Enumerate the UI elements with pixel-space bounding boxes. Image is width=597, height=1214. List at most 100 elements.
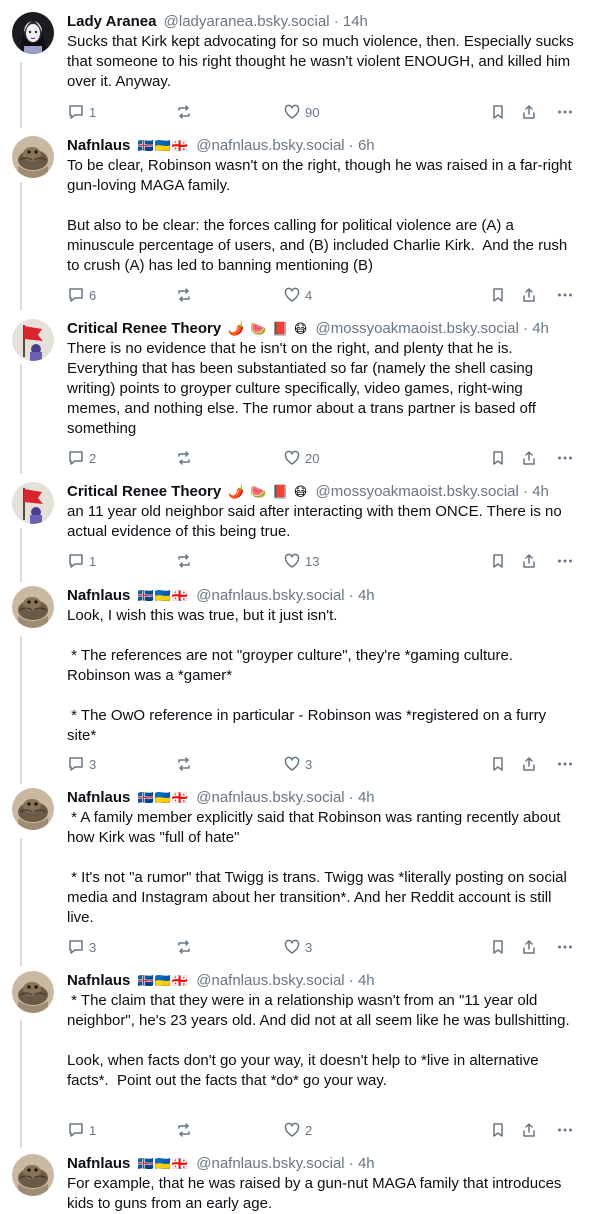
post-text: To be clear, Robinson wasn't on the righ… xyxy=(67,156,579,276)
post-time[interactable]: 4h xyxy=(358,1155,375,1172)
post-time[interactable]: 4h xyxy=(358,789,375,806)
more-options-button[interactable] xyxy=(556,103,574,121)
share-button[interactable] xyxy=(520,286,538,304)
author-name[interactable]: Nafnlaus xyxy=(67,1155,130,1172)
author-handle[interactable]: @nafnlaus.bsky.social xyxy=(196,1155,344,1172)
reply-icon xyxy=(69,940,83,954)
post-time[interactable]: 4h xyxy=(358,587,375,604)
reply-button[interactable]: 6 xyxy=(67,286,96,304)
author-name[interactable]: Lady Aranea xyxy=(67,13,156,30)
flag-emojis: 🇮🇸🇺🇦🇬🇪 xyxy=(137,1156,190,1171)
post-paragraph: Sucks that Kirk kept advocating for so m… xyxy=(67,33,579,90)
author-handle[interactable]: @ladyaranea.bsky.social xyxy=(164,13,330,30)
author-name[interactable]: Nafnlaus xyxy=(67,972,130,989)
post[interactable]: Nafnlaus 🇮🇸🇺🇦🇬🇪 @nafnlaus.bsky.social · … xyxy=(0,586,597,746)
more-options-button[interactable] xyxy=(556,1121,574,1139)
more-options-button[interactable] xyxy=(556,449,574,467)
post[interactable]: Critical Renee Theory 🌶️ 🍉 📕 😷 @mossyoak… xyxy=(0,482,597,542)
share-button[interactable] xyxy=(520,449,538,467)
more-options-button[interactable] xyxy=(556,286,574,304)
bookmark-button[interactable] xyxy=(489,449,507,467)
avatar[interactable] xyxy=(12,586,54,628)
like-button[interactable]: 3 xyxy=(283,755,312,773)
post-time[interactable]: 6h xyxy=(358,137,375,154)
more-options-button[interactable] xyxy=(556,552,574,570)
reply-button[interactable]: 2 xyxy=(67,449,96,467)
avatar[interactable] xyxy=(12,1154,54,1196)
separator: · xyxy=(348,1155,354,1172)
repost-button[interactable] xyxy=(175,286,197,304)
post[interactable]: Lady Aranea @ladyaranea.bsky.social · 14… xyxy=(0,12,597,92)
reply-button[interactable]: 1 xyxy=(67,103,96,121)
red-flag-avatar-icon xyxy=(12,319,54,361)
bookmark-button[interactable] xyxy=(489,938,507,956)
author-name[interactable]: Critical Renee Theory xyxy=(67,483,221,500)
avatar[interactable] xyxy=(12,319,54,361)
reply-count: 1 xyxy=(89,553,97,569)
post[interactable]: Nafnlaus 🇮🇸🇺🇦🇬🇪 @nafnlaus.bsky.social · … xyxy=(0,1154,597,1214)
avatar[interactable] xyxy=(12,788,54,830)
like-button[interactable]: 2 xyxy=(283,1121,312,1139)
author-name[interactable]: Nafnlaus xyxy=(67,587,130,604)
repost-button[interactable] xyxy=(175,938,197,956)
separator: · xyxy=(333,13,339,30)
reply-button[interactable]: 3 xyxy=(67,938,96,956)
share-button[interactable] xyxy=(520,938,538,956)
post[interactable]: Critical Renee Theory 🌶️ 🍉 📕 😷 @mossyoak… xyxy=(0,319,597,439)
repost-button[interactable] xyxy=(175,1121,197,1139)
like-button[interactable]: 3 xyxy=(283,938,312,956)
author-handle[interactable]: @mossyoakmaoist.bsky.social xyxy=(316,483,519,500)
repost-button[interactable] xyxy=(175,755,197,773)
avatar[interactable] xyxy=(12,971,54,1013)
ellipsis-icon xyxy=(558,945,572,949)
author-handle[interactable]: @nafnlaus.bsky.social xyxy=(196,587,344,604)
post-time[interactable]: 4h xyxy=(532,483,549,500)
share-button[interactable] xyxy=(520,755,538,773)
bookmark-button[interactable] xyxy=(489,103,507,121)
post-text: There is no evidence that he isn't on th… xyxy=(67,339,579,439)
author-name[interactable]: Critical Renee Theory xyxy=(67,320,221,337)
like-button[interactable]: 4 xyxy=(283,286,312,304)
like-button[interactable]: 13 xyxy=(283,552,319,570)
more-options-button[interactable] xyxy=(556,755,574,773)
bookmark-button[interactable] xyxy=(489,1121,507,1139)
post-time[interactable]: 4h xyxy=(358,972,375,989)
author-name[interactable]: Nafnlaus xyxy=(67,789,130,806)
author-handle[interactable]: @nafnlaus.bsky.social xyxy=(196,137,344,154)
share-button[interactable] xyxy=(520,1121,538,1139)
separator: · xyxy=(348,789,354,806)
post-time[interactable]: 4h xyxy=(532,320,549,337)
share-button[interactable] xyxy=(520,103,538,121)
repost-button[interactable] xyxy=(175,449,197,467)
avatar[interactable] xyxy=(12,136,54,178)
post[interactable]: Nafnlaus 🇮🇸🇺🇦🇬🇪 @nafnlaus.bsky.social · … xyxy=(0,136,597,276)
like-button[interactable]: 90 xyxy=(283,103,319,121)
ellipsis-icon xyxy=(558,456,572,460)
like-button[interactable]: 20 xyxy=(283,449,319,467)
repost-button[interactable] xyxy=(175,552,197,570)
author-handle[interactable]: @mossyoakmaoist.bsky.social xyxy=(316,320,519,337)
bookmark-button[interactable] xyxy=(489,552,507,570)
repost-icon xyxy=(178,1123,190,1137)
share-button[interactable] xyxy=(520,552,538,570)
red-flag-avatar-icon xyxy=(12,482,54,524)
post[interactable]: Nafnlaus 🇮🇸🇺🇦🇬🇪 @nafnlaus.bsky.social · … xyxy=(0,971,597,1091)
repost-icon xyxy=(178,105,190,119)
avatar[interactable] xyxy=(12,12,54,54)
author-handle[interactable]: @nafnlaus.bsky.social xyxy=(196,789,344,806)
flag-emojis: 🇮🇸🇺🇦🇬🇪 xyxy=(137,138,190,153)
reply-button[interactable]: 1 xyxy=(67,1121,96,1139)
reply-button[interactable]: 3 xyxy=(67,755,96,773)
post-paragraph: But also to be clear: the forces calling… xyxy=(67,217,572,274)
bookmark-button[interactable] xyxy=(489,286,507,304)
author-name[interactable]: Nafnlaus xyxy=(67,137,130,154)
bookmark-button[interactable] xyxy=(489,755,507,773)
post-actions: 3 3 xyxy=(67,936,579,958)
more-options-button[interactable] xyxy=(556,938,574,956)
post[interactable]: Nafnlaus 🇮🇸🇺🇦🇬🇪 @nafnlaus.bsky.social · … xyxy=(0,788,597,928)
repost-button[interactable] xyxy=(175,103,197,121)
avatar[interactable] xyxy=(12,482,54,524)
post-time[interactable]: 14h xyxy=(343,13,368,30)
reply-button[interactable]: 1 xyxy=(67,552,96,570)
author-handle[interactable]: @nafnlaus.bsky.social xyxy=(196,972,344,989)
